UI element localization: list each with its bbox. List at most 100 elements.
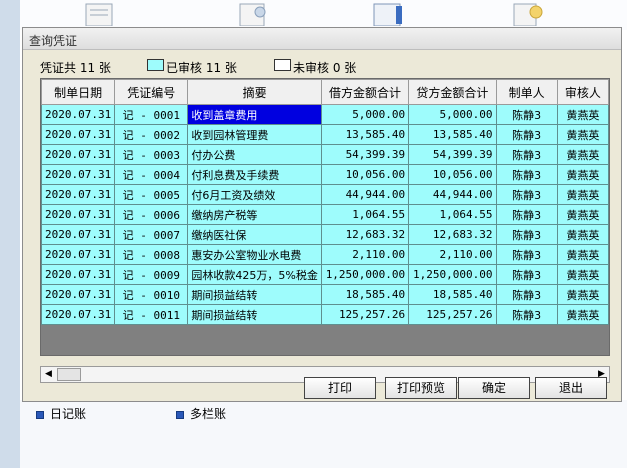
maker-cell: 陈静3: [495, 204, 558, 225]
credit-cell: 125,257.26: [408, 304, 497, 325]
voucher-no-cell: 记 - 0003: [114, 144, 189, 165]
maker-cell: 陈静3: [495, 164, 558, 185]
reviewed-count: 已审核 11 张: [166, 61, 237, 75]
maker-cell: 陈静3: [495, 304, 558, 325]
voucher-no-cell: 记 - 0007: [114, 224, 189, 245]
reviewer-cell: 黄燕英: [556, 304, 609, 325]
journal-label: 日记账: [50, 407, 87, 421]
column-header[interactable]: 制单人: [495, 79, 558, 105]
date-cell: 2020.07.31: [41, 144, 116, 165]
column-header[interactable]: 借方金额合计: [320, 79, 410, 105]
voucher-no-cell: 记 - 0010: [114, 284, 189, 305]
credit-cell: 13,585.40: [408, 124, 497, 145]
multi-column-label: 多栏账: [190, 407, 227, 421]
debit-cell: 10,056.00: [320, 164, 410, 185]
date-cell: 2020.07.31: [41, 284, 116, 305]
column-header[interactable]: 审核人: [556, 79, 609, 105]
debit-cell: 44,944.00: [320, 184, 410, 205]
voucher-no-cell: 记 - 0009: [114, 264, 189, 285]
summary-cell: 期间损益结转: [187, 304, 322, 325]
maker-cell: 陈静3: [495, 144, 558, 165]
credit-cell: 10,056.00: [408, 164, 497, 185]
ok-button[interactable]: 确定: [458, 377, 530, 399]
date-cell: 2020.07.31: [41, 104, 116, 125]
credit-cell: 18,585.40: [408, 284, 497, 305]
summary-cell: 期间损益结转: [187, 284, 322, 305]
debit-cell: 54,399.39: [320, 144, 410, 165]
date-cell: 2020.07.31: [41, 204, 116, 225]
query-voucher-dialog: 查询凭证 凭证共 11 张 已审核 11 张 未审核 0 张 制单日期 凭证编号…: [22, 27, 622, 402]
voucher-no-cell: 记 - 0004: [114, 164, 189, 185]
reviewer-cell: 黄燕英: [556, 184, 609, 205]
summary-cell: 缴纳房产税等: [187, 204, 322, 225]
document-icon[interactable]: [230, 2, 274, 26]
date-cell: 2020.07.31: [41, 224, 116, 245]
ledger-icon: [176, 410, 184, 419]
ledger-icon[interactable]: [366, 2, 410, 26]
summary-cell: 园林收款425万，5%税金: [187, 264, 322, 285]
document-icon[interactable]: [78, 2, 122, 26]
credit-cell: 12,683.32: [408, 224, 497, 245]
table-row[interactable]: 2020.07.31 记 - 0002 收到园林管理费 13,585.40 13…: [41, 124, 609, 145]
exit-button[interactable]: 退出: [535, 377, 607, 399]
reviewed-legend-swatch: [147, 59, 164, 71]
unreviewed-count: 未审核 0 张: [293, 61, 357, 75]
calculator-icon[interactable]: [506, 2, 550, 26]
bottom-panel: [20, 400, 627, 468]
column-header[interactable]: 贷方金额合计: [408, 79, 497, 105]
debit-cell: 1,250,000.00: [320, 264, 410, 285]
column-header[interactable]: 制单日期: [41, 79, 116, 105]
table-row[interactable]: 2020.07.31 记 - 0004 付利息费及手续费 10,056.00 1…: [41, 164, 609, 185]
date-cell: 2020.07.31: [41, 304, 116, 325]
multi-column-ledger-link[interactable]: 多栏账: [176, 405, 226, 422]
print-preview-button[interactable]: 打印预览: [385, 377, 457, 399]
maker-cell: 陈静3: [495, 224, 558, 245]
table-row[interactable]: 2020.07.31 记 - 0005 付6月工资及绩效 44,944.00 4…: [41, 184, 609, 205]
journal-icon: [36, 410, 44, 419]
voucher-no-cell: 记 - 0001: [114, 104, 189, 125]
scroll-thumb[interactable]: [57, 368, 81, 381]
credit-cell: 5,000.00: [408, 104, 497, 125]
table-row[interactable]: 2020.07.31 记 - 0003 付办公费 54,399.39 54,39…: [41, 144, 609, 165]
voucher-no-cell: 记 - 0008: [114, 244, 189, 265]
print-button[interactable]: 打印: [304, 377, 376, 399]
credit-cell: 2,110.00: [408, 244, 497, 265]
voucher-grid[interactable]: 制单日期 凭证编号 摘要 借方金额合计 贷方金额合计 制单人 审核人 2020.…: [40, 78, 610, 356]
reviewer-cell: 黄燕英: [556, 164, 609, 185]
table-row[interactable]: 2020.07.31 记 - 0010 期间损益结转 18,585.40 18,…: [41, 284, 609, 305]
table-row[interactable]: 2020.07.31 记 - 0006 缴纳房产税等 1,064.55 1,06…: [41, 204, 609, 225]
summary-cell: 付6月工资及绩效: [187, 184, 322, 205]
table-row[interactable]: 2020.07.31 记 - 0011 期间损益结转 125,257.26 12…: [41, 304, 609, 325]
reviewer-cell: 黄燕英: [556, 224, 609, 245]
credit-cell: 44,944.00: [408, 184, 497, 205]
table-row[interactable]: 2020.07.31 记 - 0008 惠安办公室物业水电费 2,110.00 …: [41, 244, 609, 265]
table-row[interactable]: 2020.07.31 记 - 0009 园林收款425万，5%税金 1,250,…: [41, 264, 609, 285]
date-cell: 2020.07.31: [41, 124, 116, 145]
debit-cell: 18,585.40: [320, 284, 410, 305]
maker-cell: 陈静3: [495, 244, 558, 265]
debit-cell: 2,110.00: [320, 244, 410, 265]
reviewer-cell: 黄燕英: [556, 264, 609, 285]
date-cell: 2020.07.31: [41, 164, 116, 185]
table-row[interactable]: 2020.07.31 记 - 0001 收到盖章费用 5,000.00 5,00…: [41, 104, 609, 125]
debit-cell: 12,683.32: [320, 224, 410, 245]
column-header[interactable]: 凭证编号: [114, 79, 189, 105]
voucher-no-cell: 记 - 0006: [114, 204, 189, 225]
credit-cell: 1,064.55: [408, 204, 497, 225]
table-header-row: 制单日期 凭证编号 摘要 借方金额合计 贷方金额合计 制单人 审核人: [41, 79, 609, 105]
table-row[interactable]: 2020.07.31 记 - 0007 缴纳医社保 12,683.32 12,6…: [41, 224, 609, 245]
unreviewed-legend-swatch: [274, 59, 291, 71]
column-header[interactable]: 摘要: [187, 79, 322, 105]
summary-cell: 收到园林管理费: [187, 124, 322, 145]
left-panel: [0, 0, 20, 468]
credit-cell: 54,399.39: [408, 144, 497, 165]
scroll-left-arrow-icon[interactable]: ◀: [41, 367, 56, 382]
maker-cell: 陈静3: [495, 264, 558, 285]
reviewer-cell: 黄燕英: [556, 144, 609, 165]
dialog-title-bar[interactable]: 查询凭证: [23, 28, 621, 50]
journal-link[interactable]: 日记账: [36, 405, 86, 422]
summary-cell: 缴纳医社保: [187, 224, 322, 245]
voucher-no-cell: 记 - 0002: [114, 124, 189, 145]
date-cell: 2020.07.31: [41, 264, 116, 285]
summary-cell: 收到盖章费用: [187, 104, 322, 125]
